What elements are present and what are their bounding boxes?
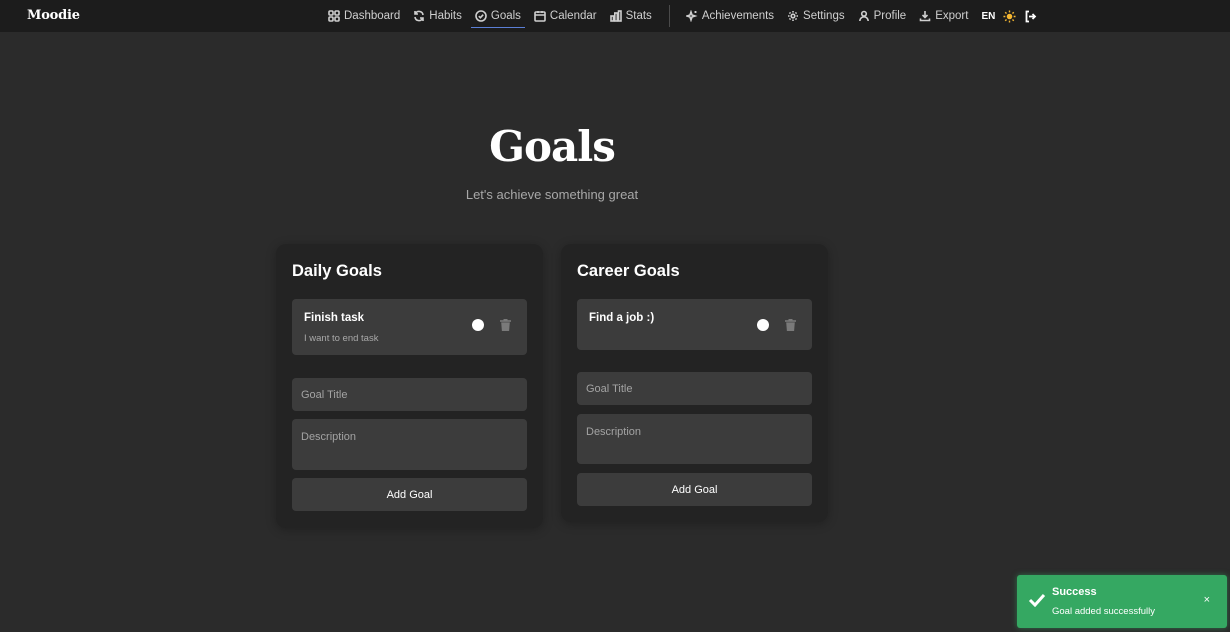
brand-logo[interactable]: Moodie: [27, 8, 80, 23]
success-toast: Success Goal added successfully ×: [1017, 575, 1227, 628]
download-icon: [919, 11, 931, 22]
nav-label: Dashboard: [344, 10, 401, 22]
toast-title: Success: [1052, 586, 1097, 598]
goal-item: Finish task I want to end task: [292, 299, 527, 355]
nav-item-export[interactable]: Export: [913, 0, 974, 32]
delete-goal-button[interactable]: [785, 318, 796, 336]
language-selector[interactable]: EN: [981, 11, 995, 22]
sparkles-icon: [685, 10, 698, 22]
nav-menu: Dashboard Habits Goals Calendar Stats Ac…: [322, 0, 1045, 32]
nav-item-settings[interactable]: Settings: [781, 0, 851, 32]
trash-icon: [500, 319, 511, 331]
user-icon: [858, 10, 869, 22]
refresh-icon: [414, 10, 425, 22]
daily-goals-card: Daily Goals Finish task I want to end ta…: [276, 244, 543, 528]
career-goals-card: Career Goals Find a job :) Add Goal: [561, 244, 828, 522]
bar-chart-icon: [609, 10, 622, 22]
goal-title-input[interactable]: [577, 372, 812, 405]
toast-close-button[interactable]: ×: [1204, 594, 1210, 606]
delete-goal-button[interactable]: [500, 318, 511, 336]
goal-description: I want to end task: [304, 333, 379, 344]
logout-button[interactable]: [1024, 10, 1037, 23]
nav-item-habits[interactable]: Habits: [407, 0, 468, 32]
goal-description-input[interactable]: [292, 419, 527, 470]
nav-label: Goals: [490, 10, 521, 22]
goal-complete-toggle[interactable]: [472, 319, 484, 331]
nav-label: Achievements: [701, 10, 775, 22]
logout-icon: [1025, 10, 1037, 22]
goal-complete-toggle[interactable]: [757, 319, 769, 331]
nav-item-dashboard[interactable]: Dashboard: [322, 0, 406, 32]
check-circle-icon: [475, 10, 487, 22]
toast-message: Goal added successfully: [1052, 606, 1155, 617]
checkmark-icon: [1028, 593, 1046, 612]
nav-item-stats[interactable]: Stats: [604, 0, 658, 32]
trash-icon: [785, 319, 796, 331]
nav-item-achievements[interactable]: Achievements: [680, 0, 780, 32]
nav-label: Profile: [873, 10, 907, 22]
nav-divider: [668, 5, 670, 27]
theme-toggle-button[interactable]: [1003, 9, 1016, 23]
page-title: Goals: [489, 122, 616, 171]
add-goal-button[interactable]: Add Goal: [292, 478, 527, 511]
grid-icon: [328, 10, 340, 22]
nav-item-calendar[interactable]: Calendar: [528, 0, 603, 32]
sun-icon: [1003, 9, 1016, 23]
nav-item-goals[interactable]: Goals: [469, 0, 527, 32]
nav-label: Settings: [803, 10, 845, 22]
goal-item: Find a job :): [577, 299, 812, 350]
goal-description-input[interactable]: [577, 414, 812, 464]
top-navigation-bar: Moodie Dashboard Habits Goals Calendar S…: [0, 0, 1230, 32]
nav-item-profile[interactable]: Profile: [852, 0, 913, 32]
gear-icon: [788, 11, 799, 21]
goal-title: Find a job :): [589, 312, 655, 324]
card-title: Daily Goals: [292, 262, 382, 280]
nav-label: Stats: [625, 10, 652, 22]
nav-label: Export: [935, 10, 969, 22]
card-title: Career Goals: [577, 262, 680, 280]
goal-title-input[interactable]: [292, 378, 527, 411]
goal-title: Finish task: [304, 312, 365, 324]
nav-label: Habits: [429, 10, 462, 22]
page-subtitle: Let's achieve something great: [465, 187, 639, 202]
calendar-icon: [534, 11, 546, 22]
add-goal-button[interactable]: Add Goal: [577, 473, 812, 506]
nav-label: Calendar: [549, 10, 597, 22]
